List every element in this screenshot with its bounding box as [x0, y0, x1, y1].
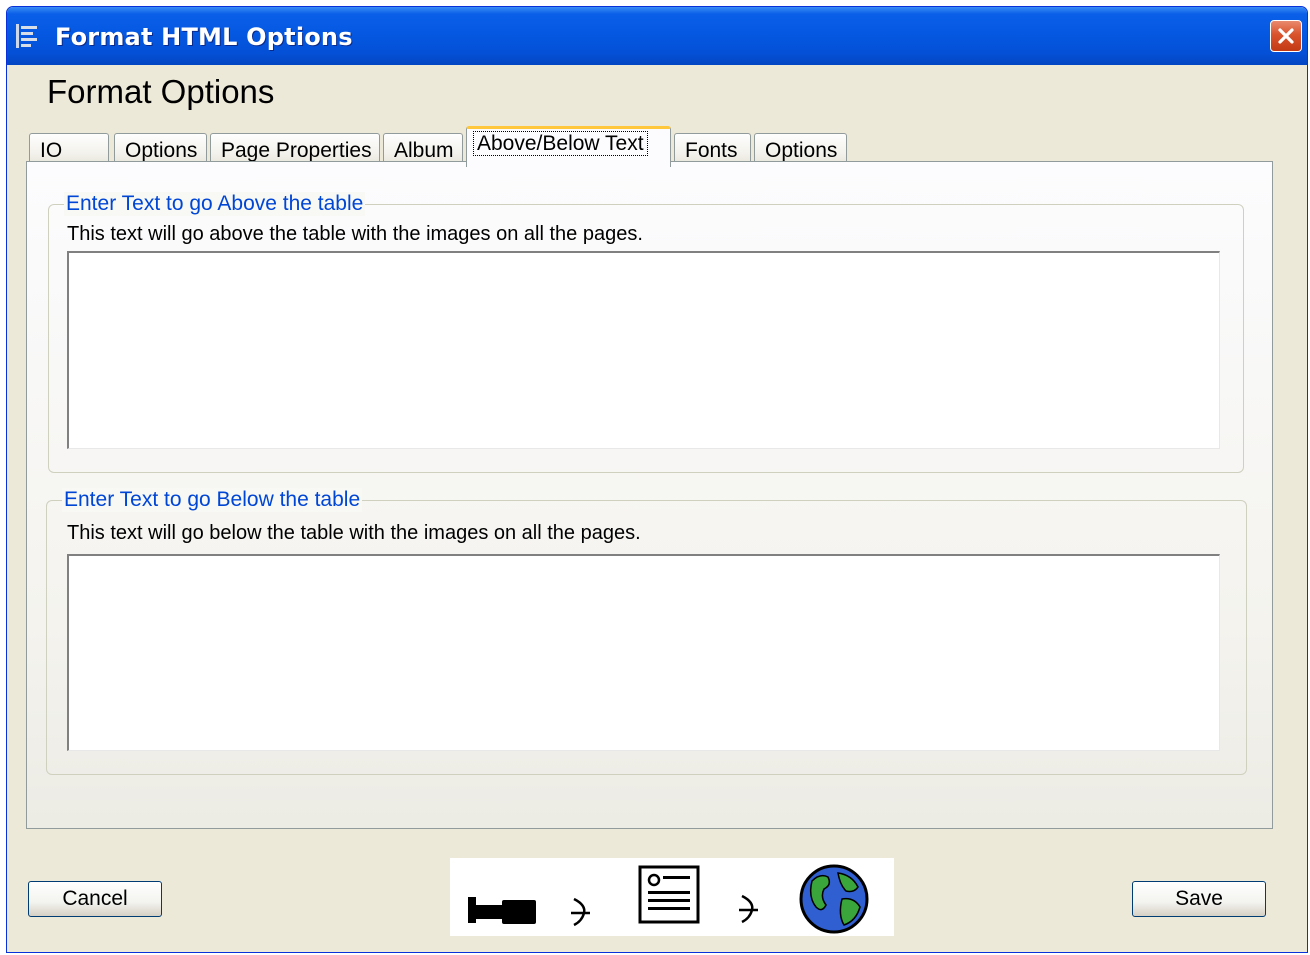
save-button[interactable]: Save: [1132, 881, 1266, 917]
tab-panel: Enter Text to go Above the table This te…: [26, 161, 1273, 829]
below-group-legend: Enter Text to go Below the table: [62, 488, 363, 512]
above-description: This text will go above the table with t…: [67, 223, 643, 245]
tab-label: Page Properties: [221, 139, 372, 162]
window-title: Format HTML Options: [55, 23, 353, 51]
tab-label: Options: [765, 139, 838, 162]
globe-icon: [799, 864, 869, 934]
document-icon: [638, 865, 700, 924]
above-text-input[interactable]: [67, 251, 1220, 449]
below-text-group: Enter Text to go Below the table This te…: [46, 488, 1247, 775]
arrow-icon: [571, 897, 590, 927]
title-bar[interactable]: Format HTML Options: [7, 7, 1307, 65]
close-button[interactable]: [1270, 20, 1302, 52]
cancel-button[interactable]: Cancel: [28, 881, 162, 917]
process-banner: [450, 858, 894, 936]
tab-label: Fonts: [685, 139, 738, 162]
below-description: This text will go below the table with t…: [67, 522, 641, 544]
arrow-icon: [739, 894, 758, 924]
above-group-legend: Enter Text to go Above the table: [64, 192, 366, 216]
close-icon: [1278, 28, 1294, 44]
below-text-input[interactable]: [67, 554, 1220, 751]
tab-above-below-text[interactable]: Above/Below Text: [466, 126, 671, 167]
page-heading: Format Options: [47, 73, 275, 110]
camera-icon: [468, 897, 536, 924]
tab-label: IO: [40, 139, 63, 162]
tab-label: Options: [125, 139, 198, 162]
tab-label: Album: [394, 139, 454, 162]
above-text-group: Enter Text to go Above the table This te…: [48, 192, 1244, 473]
app-icon: [16, 24, 37, 48]
tab-label: Above/Below Text: [473, 131, 648, 156]
dialog-window: Format HTML Options Format Options IO Op…: [6, 6, 1308, 953]
